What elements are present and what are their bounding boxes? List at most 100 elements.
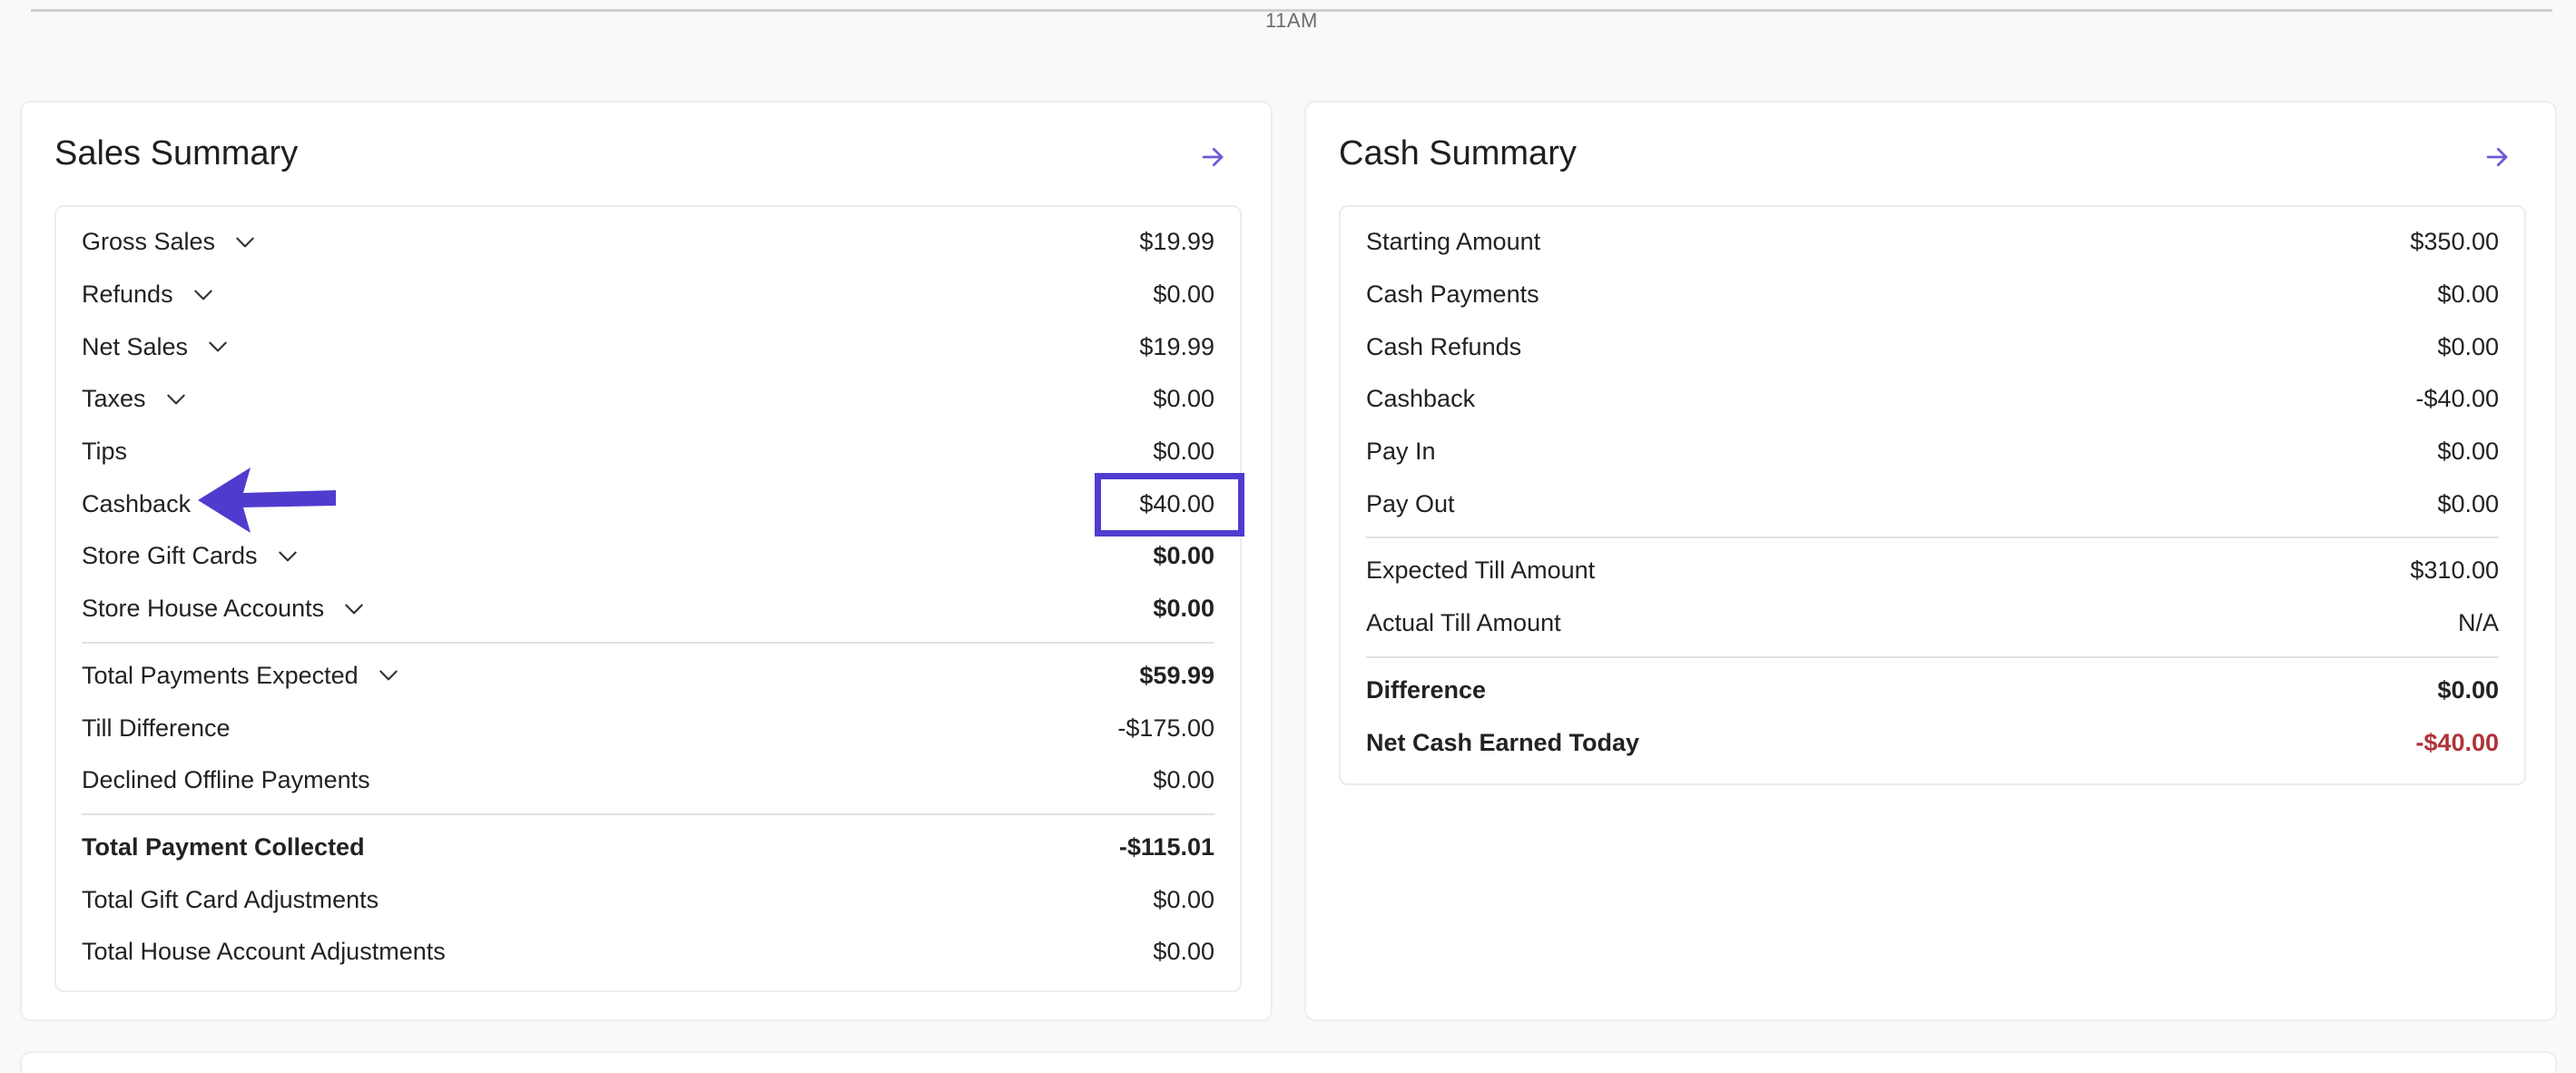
row-label: Total Payment Collected bbox=[82, 833, 365, 861]
row-label: Starting Amount bbox=[1366, 228, 1540, 256]
row-label-text: Pay Out bbox=[1366, 489, 1455, 517]
row-label: Till Difference bbox=[82, 714, 231, 743]
row-label-text: Total Payments Expected bbox=[82, 661, 359, 689]
chevron-down-icon[interactable] bbox=[206, 335, 230, 359]
row-value: $0.00 bbox=[2437, 489, 2499, 517]
sales-summary-open-button[interactable] bbox=[1195, 139, 1231, 175]
row-value: $19.99 bbox=[1139, 332, 1214, 360]
row-label: Difference bbox=[1366, 676, 1486, 704]
row-label: Total House Account Adjustments bbox=[82, 938, 446, 966]
row-label-text: Total House Account Adjustments bbox=[82, 938, 446, 966]
summary-row-pay-in: Pay In $0.00 bbox=[1366, 426, 2499, 478]
row-label: Store House Accounts bbox=[82, 595, 366, 623]
annotation-arrow-icon bbox=[198, 468, 336, 533]
row-label-text: Cash Refunds bbox=[1366, 332, 1522, 360]
row-value: $350.00 bbox=[2410, 228, 2499, 256]
summary-row-cash-refunds: Cash Refunds $0.00 bbox=[1366, 320, 2499, 373]
row-value: $0.00 bbox=[2437, 675, 2499, 704]
row-label: Expected Till Amount bbox=[1366, 556, 1595, 585]
row-label-text: Starting Amount bbox=[1366, 228, 1541, 256]
chevron-down-icon[interactable] bbox=[164, 388, 188, 411]
row-label: Tips bbox=[82, 438, 127, 466]
row-value: $19.99 bbox=[1139, 228, 1214, 256]
cash-summary-open-button[interactable] bbox=[2479, 139, 2515, 175]
row-value: N/A bbox=[2457, 609, 2499, 637]
summary-row-refunds[interactable]: Refunds $0.00 bbox=[82, 269, 1214, 321]
row-value: $0.00 bbox=[1153, 281, 1214, 309]
summary-row-expected-till-amount: Expected Till Amount $310.00 bbox=[1366, 545, 2499, 597]
chevron-down-icon[interactable] bbox=[233, 231, 257, 254]
row-value: -$175.00 bbox=[1117, 714, 1214, 742]
row-label-text: Actual Till Amount bbox=[1366, 609, 1561, 637]
row-value: $59.99 bbox=[1139, 661, 1214, 689]
row-value: $0.00 bbox=[1153, 438, 1214, 466]
summary-row-taxes[interactable]: Taxes $0.00 bbox=[82, 373, 1214, 426]
sales-summary-card: Sales Summary Gross Sales $19.99 Refunds $0… bbox=[20, 101, 1273, 1021]
sales-section-expected: Total Payments Expected $59.99 Till Differ… bbox=[82, 650, 1214, 807]
row-label: Net Sales bbox=[82, 333, 230, 361]
summary-row-declined-offline-payments: Declined Offline Payments $0.00 bbox=[82, 754, 1214, 807]
summary-row-till-difference: Till Difference -$175.00 bbox=[82, 702, 1214, 754]
row-label-text: Declined Offline Payments bbox=[82, 766, 370, 794]
sales-divider-2 bbox=[82, 812, 1214, 815]
chevron-down-icon[interactable] bbox=[192, 283, 215, 307]
cash-summary-title: Cash Summary bbox=[1339, 134, 1577, 172]
next-section-card bbox=[20, 1051, 2557, 1073]
timeline-time-label: 11AM bbox=[1265, 9, 1318, 32]
sales-divider-1 bbox=[82, 641, 1214, 644]
row-label-text: Till Difference bbox=[82, 714, 231, 742]
summary-row-store-house-accounts[interactable]: Store House Accounts $0.00 bbox=[82, 583, 1214, 635]
row-label: Actual Till Amount bbox=[1366, 609, 1561, 637]
row-value: $0.00 bbox=[1153, 542, 1214, 570]
row-value: $0.00 bbox=[1153, 595, 1214, 623]
summary-row-cash-payments: Cash Payments $0.00 bbox=[1366, 269, 2499, 321]
cash-summary-table: Starting Amount $350.00 Cash Payments $0.00… bbox=[1339, 205, 2526, 785]
row-value: -$40.00 bbox=[2415, 728, 2499, 756]
summary-row-actual-till-amount: Actual Till Amount N/A bbox=[1366, 597, 2499, 650]
chevron-down-icon[interactable] bbox=[342, 597, 366, 621]
row-label: Cashback bbox=[82, 490, 191, 518]
row-label: Refunds bbox=[82, 281, 215, 309]
row-label: Cashback bbox=[1366, 385, 1475, 413]
row-label: Pay Out bbox=[1366, 490, 1455, 518]
sales-summary-table: Gross Sales $19.99 Refunds $0.00 Net Sales $1… bbox=[54, 205, 1242, 992]
summary-row-store-gift-cards[interactable]: Store Gift Cards $0.00 bbox=[82, 530, 1214, 583]
row-value: $0.00 bbox=[2437, 332, 2499, 360]
row-label: Total Gift Card Adjustments bbox=[82, 886, 379, 914]
row-label-text: Gross Sales bbox=[82, 228, 216, 256]
row-label-text: Store House Accounts bbox=[82, 595, 325, 623]
row-label-text: Taxes bbox=[82, 385, 146, 413]
summary-row-total-gift-card-adjustments: Total Gift Card Adjustments $0.00 bbox=[82, 873, 1214, 926]
row-label-text: Cashback bbox=[1366, 385, 1476, 413]
row-label-text: Tips bbox=[82, 438, 128, 466]
summary-row-difference: Difference $0.00 bbox=[1366, 664, 2499, 717]
row-value: $310.00 bbox=[2410, 556, 2499, 585]
arrow-right-icon bbox=[2486, 147, 2508, 167]
row-label: Net Cash Earned Today bbox=[1366, 729, 1639, 757]
summary-row-cashback: Cashback -$40.00 bbox=[1366, 373, 2499, 426]
chevron-down-icon[interactable] bbox=[377, 664, 400, 687]
row-value: $0.00 bbox=[1153, 766, 1214, 794]
row-value: $0.00 bbox=[1153, 385, 1214, 413]
row-label: Taxes bbox=[82, 385, 188, 413]
summary-row-net-sales[interactable]: Net Sales $19.99 bbox=[82, 320, 1214, 373]
row-label-text: Total Payment Collected bbox=[82, 832, 365, 861]
summary-row-net-cash-earned-today: Net Cash Earned Today -$40.00 bbox=[1366, 716, 2499, 769]
chevron-down-icon[interactable] bbox=[276, 545, 300, 568]
row-label-text: Total Gift Card Adjustments bbox=[82, 885, 379, 913]
row-value: $0.00 bbox=[1153, 938, 1214, 966]
row-label-text: Refunds bbox=[82, 281, 173, 309]
cashback-highlight-box bbox=[1095, 473, 1244, 536]
sales-section-payments: Gross Sales $19.99 Refunds $0.00 Net Sales $1… bbox=[82, 216, 1214, 635]
row-label: Total Payments Expected bbox=[82, 662, 400, 690]
cash-divider-1 bbox=[1366, 536, 2499, 539]
row-value: -$40.00 bbox=[2415, 385, 2499, 413]
summary-row-gross-sales[interactable]: Gross Sales $19.99 bbox=[82, 216, 1214, 269]
cash-section-movements: Starting Amount $350.00 Cash Payments $0.00… bbox=[1366, 216, 2499, 530]
arrow-right-icon bbox=[1202, 147, 1224, 167]
row-label: Cash Payments bbox=[1366, 281, 1539, 309]
summary-row-total-payments-expected[interactable]: Total Payments Expected $59.99 bbox=[82, 650, 1214, 703]
summary-row-total-house-account-adjustments: Total House Account Adjustments $0.00 bbox=[82, 926, 1214, 979]
sales-summary-title: Sales Summary bbox=[54, 134, 299, 172]
row-label: Pay In bbox=[1366, 438, 1436, 466]
